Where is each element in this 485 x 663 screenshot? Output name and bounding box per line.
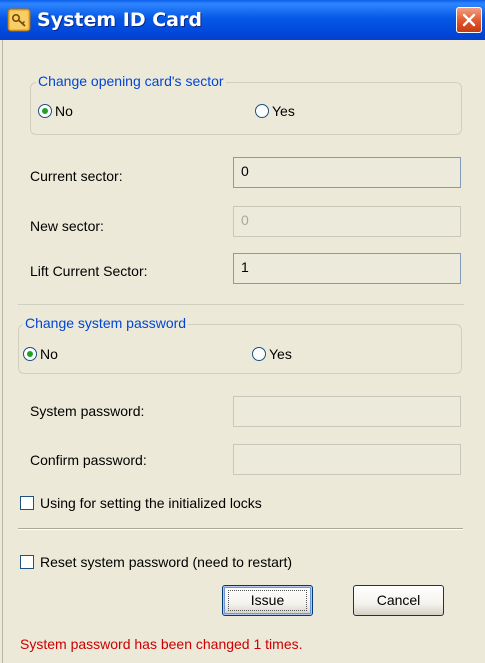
lift-current-sector-label: Lift Current Sector: [30, 263, 148, 279]
window-title: System ID Card [37, 9, 202, 31]
issue-button[interactable]: Issue [222, 585, 313, 616]
title-bar[interactable]: System ID Card [0, 0, 485, 40]
status-message: System password has been changed 1 times… [20, 636, 303, 652]
sector-radio-no[interactable]: No [38, 103, 73, 119]
password-groupbox: Change system password No Yes [18, 315, 462, 374]
password-radio-no-label: No [40, 346, 58, 362]
system-password-field[interactable] [233, 396, 461, 427]
reset-password-option[interactable]: Reset system password (need to restart) [20, 554, 292, 570]
current-sector-field[interactable]: 0 [233, 157, 461, 188]
password-radio-yes-label: Yes [269, 346, 292, 362]
password-radio-no[interactable]: No [23, 346, 58, 362]
radio-button[interactable] [38, 104, 52, 118]
sector-groupbox: Change opening card's sector No Yes [30, 73, 462, 135]
password-radio-yes[interactable]: Yes [252, 346, 292, 362]
lift-current-sector-field[interactable]: 1 [233, 253, 461, 284]
cancel-button[interactable]: Cancel [353, 585, 444, 616]
reset-password-checkbox[interactable] [20, 555, 34, 569]
radio-button[interactable] [252, 347, 266, 361]
close-button[interactable] [456, 7, 482, 33]
sector-radio-yes[interactable]: Yes [255, 103, 295, 119]
system-password-label: System password: [30, 403, 145, 419]
sector-group-legend: Change opening card's sector [36, 73, 226, 89]
init-locks-label: Using for setting the initialized locks [40, 495, 262, 511]
key-card-icon [7, 8, 31, 32]
new-sector-field: 0 [233, 206, 461, 237]
system-id-card-dialog: System ID Card Change opening card's sec… [0, 0, 485, 663]
dialog-body: Change opening card's sector No Yes Curr… [0, 40, 485, 663]
new-sector-label: New sector: [30, 218, 104, 234]
sector-radio-yes-label: Yes [272, 103, 295, 119]
current-sector-label: Current sector: [30, 168, 123, 184]
init-locks-checkbox[interactable] [20, 496, 34, 510]
section-divider [18, 304, 464, 305]
confirm-password-field[interactable] [233, 444, 461, 475]
reset-password-label: Reset system password (need to restart) [40, 554, 293, 570]
confirm-password-label: Confirm password: [30, 452, 147, 468]
panel-border [2, 40, 3, 663]
password-group-legend: Change system password [23, 315, 189, 331]
radio-button[interactable] [23, 347, 37, 361]
sector-radio-no-label: No [55, 103, 73, 119]
cancel-button-label: Cancel [376, 592, 421, 608]
focus-ring [228, 590, 307, 611]
options-separator [18, 528, 463, 530]
close-icon [462, 13, 476, 27]
radio-button[interactable] [255, 104, 269, 118]
init-locks-option[interactable]: Using for setting the initialized locks [20, 495, 262, 511]
